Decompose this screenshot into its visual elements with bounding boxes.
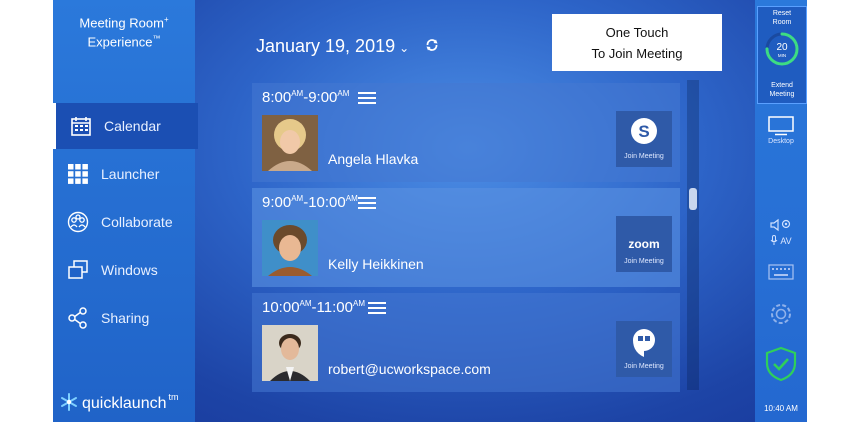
meeting-card[interactable]: 10:00AM-11:00AM robert@ucworkspace.com J…	[252, 293, 680, 392]
sidebar: Meeting Room+ Experience™ Calendar Launc…	[53, 0, 198, 422]
attendee-name: Kelly Heikkinen	[328, 256, 424, 272]
clock: 10:40 AM	[764, 404, 798, 413]
speaker-camera-icon	[770, 218, 791, 232]
quicklaunch-logo: quicklaunch tm	[59, 392, 179, 413]
reset-room-button[interactable]: Reset Room	[758, 9, 806, 27]
sidebar-item-sharing[interactable]: Sharing	[53, 295, 195, 341]
meeting-card[interactable]: 8:00AM-9:00AM Angela Hlavka S Join Meeti…	[252, 83, 680, 182]
brand-title: Meeting Room+ Experience™	[79, 15, 169, 50]
gear-icon	[771, 304, 791, 324]
attendee-name: Angela Hlavka	[328, 151, 419, 167]
desktop-button[interactable]: Desktop	[755, 116, 807, 145]
date-label: January 19, 2019	[256, 36, 396, 56]
av-button[interactable]: AV	[755, 218, 807, 246]
security-status-button[interactable]	[755, 346, 807, 384]
hangouts-icon	[633, 329, 655, 357]
microphone-icon	[770, 235, 778, 245]
meeting-time: 10:00AM-11:00AM	[262, 299, 365, 316]
avatar	[262, 115, 318, 171]
sidebar-item-windows[interactable]: Windows	[53, 247, 195, 293]
meeting-card[interactable]: 9:00AM-10:00AM Kelly Heikkinen zoom Join…	[252, 188, 680, 287]
windows-icon	[68, 260, 88, 279]
app-window: Meeting Room+ Experience™ Calendar Launc…	[53, 0, 807, 422]
hamburger-menu-icon[interactable]	[368, 301, 386, 315]
join-meeting-button[interactable]: S Join Meeting	[616, 111, 672, 167]
svg-text:MIN: MIN	[778, 53, 786, 58]
settings-button[interactable]	[755, 300, 807, 330]
svg-text:20: 20	[776, 42, 788, 53]
keyboard-icon	[768, 264, 794, 280]
meeting-time: 8:00AM-9:00AM	[262, 89, 350, 106]
sidebar-item-launcher[interactable]: Launcher	[53, 151, 195, 197]
hamburger-menu-icon[interactable]	[358, 91, 376, 105]
calendar-icon	[71, 117, 91, 136]
monitor-icon	[768, 116, 794, 136]
grid-icon	[68, 164, 88, 184]
skype-icon: S	[631, 118, 657, 144]
zoom-icon: zoom	[628, 237, 660, 251]
sidebar-item-label: Sharing	[101, 310, 150, 326]
room-timer-panel[interactable]: Reset Room 20 MIN Extend Meeting	[757, 6, 807, 104]
attendee-name: robert@ucworkspace.com	[328, 361, 491, 377]
refresh-icon[interactable]	[425, 38, 439, 52]
sidebar-item-label: Calendar	[104, 118, 161, 134]
join-meeting-button[interactable]: zoom Join Meeting	[616, 216, 672, 272]
snowflake-logo-icon	[61, 393, 77, 411]
avatar	[262, 220, 318, 276]
scrollbar-thumb[interactable]	[689, 188, 697, 210]
sidebar-item-collaborate[interactable]: Collaborate	[53, 199, 195, 245]
sidebar-item-calendar[interactable]: Calendar	[53, 103, 198, 149]
chevron-down-icon: ⌄	[399, 41, 410, 55]
keyboard-button[interactable]	[755, 264, 807, 282]
svg-text:S: S	[638, 122, 649, 141]
sidebar-item-label: Collaborate	[101, 214, 173, 230]
date-selector[interactable]: January 19, 2019 ⌄	[256, 36, 409, 57]
hamburger-menu-icon[interactable]	[358, 196, 376, 210]
sidebar-item-label: Launcher	[101, 166, 160, 182]
people-icon	[67, 211, 89, 233]
join-meeting-button[interactable]: Join Meeting	[616, 321, 672, 377]
timer-ring: 20 MIN	[765, 32, 799, 66]
extend-meeting-button[interactable]: Extend Meeting	[758, 81, 806, 99]
avatar	[262, 325, 318, 381]
share-icon	[68, 307, 87, 329]
one-touch-join-button[interactable]: One Touch To Join Meeting	[552, 14, 722, 71]
sidebar-item-label: Windows	[101, 262, 158, 278]
av-row: AV	[755, 235, 807, 246]
shield-check-icon	[765, 346, 797, 382]
scrollbar-track[interactable]	[687, 80, 699, 390]
meeting-time: 9:00AM-10:00AM	[262, 194, 358, 211]
